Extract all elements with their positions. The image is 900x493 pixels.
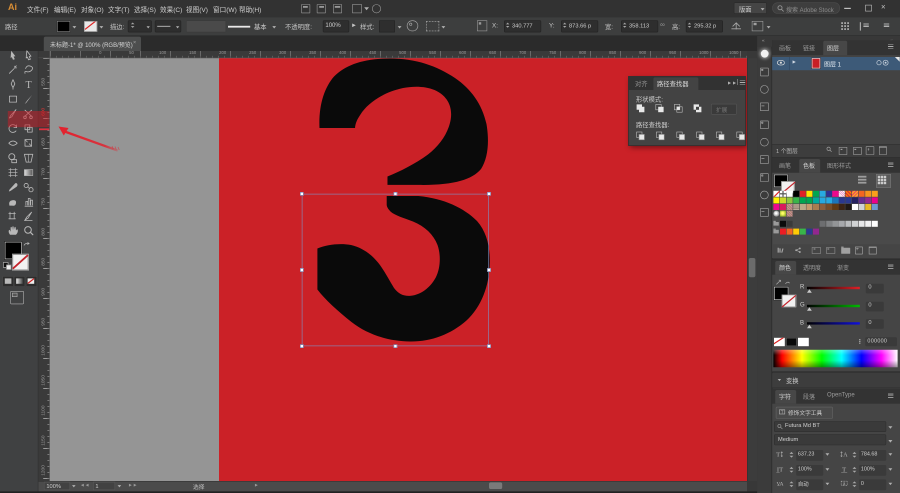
svg-text:V̲A: V̲A: [777, 481, 784, 487]
svg-text:a: a: [843, 481, 846, 486]
svg-text:I̲T: I̲T: [776, 466, 783, 472]
svg-text:A: A: [843, 452, 848, 457]
svg-text:T: T: [842, 466, 846, 472]
svg-text:T: T: [781, 409, 784, 414]
svg-text:T: T: [776, 451, 780, 457]
